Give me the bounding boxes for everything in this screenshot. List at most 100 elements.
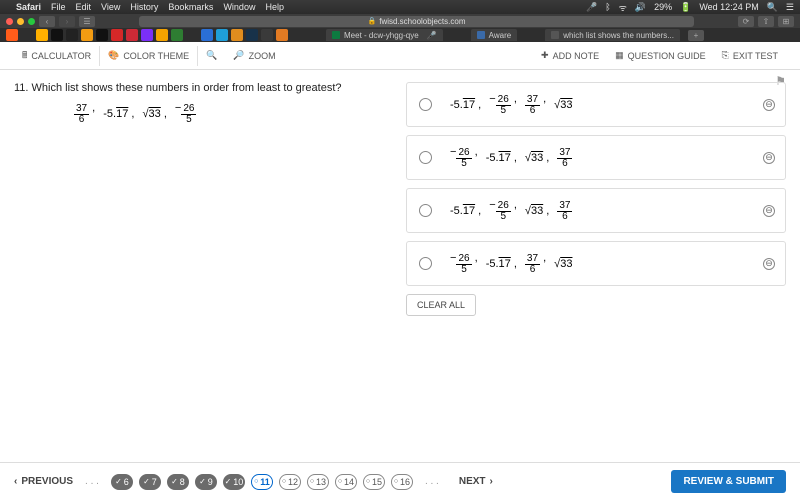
bookmark-13[interactable] xyxy=(201,29,213,41)
mic-tab-icon: 🎤 xyxy=(427,31,437,40)
bookmark-10[interactable] xyxy=(156,29,168,41)
control-center-icon[interactable]: ☰ xyxy=(786,2,794,13)
add-note-button[interactable]: ✚ADD NOTE xyxy=(533,50,607,61)
bookmark-9[interactable] xyxy=(141,29,153,41)
exit-test-button[interactable]: ⎘EXIT TEST xyxy=(714,50,786,61)
back-button[interactable]: ‹ xyxy=(39,16,55,27)
bookmark-14[interactable] xyxy=(216,29,228,41)
forward-button[interactable]: › xyxy=(59,16,75,27)
nav-ellipsis: . . . xyxy=(421,476,443,487)
tab-meet[interactable]: Meet - dcw-yhgg-qye🎤 xyxy=(326,29,443,41)
bookmark-2[interactable] xyxy=(36,29,48,41)
color-theme-button[interactable]: 🎨COLOR THEME xyxy=(100,46,198,66)
new-tab-button[interactable]: + xyxy=(688,30,704,41)
qnav-8[interactable]: 8 xyxy=(167,474,189,490)
bookmarks-bar: Meet - dcw-yhgg-qye🎤 Aware which list sh… xyxy=(0,28,800,42)
bookmark-7[interactable] xyxy=(111,29,123,41)
share-button[interactable]: ⇧ xyxy=(758,16,774,27)
bookmark-3[interactable] xyxy=(51,29,63,41)
address-bar[interactable]: fwisd.schoolobjects.com xyxy=(139,16,694,27)
qnav-13[interactable]: 13 xyxy=(307,474,329,490)
tab-aware[interactable]: Aware xyxy=(471,29,518,41)
bookmark-17[interactable] xyxy=(261,29,273,41)
radio-icon[interactable] xyxy=(419,257,432,270)
app-name[interactable]: Safari xyxy=(16,2,41,12)
clear-all-button[interactable]: CLEAR ALL xyxy=(406,294,476,316)
menu-bookmarks[interactable]: Bookmarks xyxy=(168,2,213,12)
qnav-7[interactable]: 7 xyxy=(139,474,161,490)
maximize-window-icon[interactable] xyxy=(28,18,35,25)
battery-icon[interactable]: 🔋 xyxy=(680,2,691,13)
choice-expression: −265 ,-5.17 ,33 ,376 xyxy=(450,146,572,169)
tabs-button[interactable]: ⊞ xyxy=(778,16,794,27)
browser-chrome: ‹ › ☰ fwisd.schoolobjects.com ⟳ ⇧ ⊞ xyxy=(0,14,800,28)
volume-icon[interactable]: 🔊 xyxy=(635,2,646,13)
guide-icon: ▦ xyxy=(615,50,624,61)
zoom-out-button[interactable]: 🔍 xyxy=(198,50,225,61)
choice-1[interactable]: −265 ,-5.17 ,33 ,376 ⊖ xyxy=(406,135,786,180)
menu-history[interactable]: History xyxy=(130,2,158,12)
next-button[interactable]: NEXT› xyxy=(459,476,493,487)
zoom-button[interactable]: 🔎ZOOM xyxy=(225,50,283,61)
search-icon[interactable]: 🔍 xyxy=(767,2,778,13)
bookmark-12[interactable] xyxy=(186,29,198,41)
menu-window[interactable]: Window xyxy=(223,2,255,12)
menu-help[interactable]: Help xyxy=(265,2,284,12)
minimize-window-icon[interactable] xyxy=(17,18,24,25)
clock[interactable]: Wed 12:24 PM xyxy=(699,2,758,12)
menu-file[interactable]: File xyxy=(51,2,66,12)
calculator-button[interactable]: 🖩CALCULATOR xyxy=(14,46,100,66)
zoom-out-icon: 🔍 xyxy=(206,50,217,61)
bookmark-15[interactable] xyxy=(231,29,243,41)
bluetooth-icon[interactable]: ᛒ xyxy=(605,2,610,12)
bookmark-0[interactable] xyxy=(6,29,18,41)
bookmark-11[interactable] xyxy=(171,29,183,41)
close-window-icon[interactable] xyxy=(6,18,13,25)
menu-view[interactable]: View xyxy=(101,2,120,12)
radio-icon[interactable] xyxy=(419,98,432,111)
qnav-6[interactable]: 6 xyxy=(111,474,133,490)
eliminate-icon[interactable]: ⊖ xyxy=(763,258,775,270)
plus-icon: ✚ xyxy=(541,50,549,61)
eliminate-icon[interactable]: ⊖ xyxy=(763,99,775,111)
window-controls[interactable] xyxy=(6,18,35,25)
radio-icon[interactable] xyxy=(419,204,432,217)
choice-2[interactable]: -5.17 ,−265 ,33 ,376 ⊖ xyxy=(406,188,786,233)
menu-edit[interactable]: Edit xyxy=(76,2,92,12)
tab-search[interactable]: which list shows the numbers... xyxy=(545,29,680,41)
test-toolbar: 🖩CALCULATOR 🎨COLOR THEME 🔍 🔎ZOOM ✚ADD NO… xyxy=(0,42,800,70)
mic-icon[interactable]: 🎤 xyxy=(586,2,597,13)
qnav-9[interactable]: 9 xyxy=(195,474,217,490)
chevron-left-icon: ‹ xyxy=(14,476,17,487)
review-submit-button[interactable]: REVIEW & SUBMIT xyxy=(671,470,786,493)
bottom-nav: ‹PREVIOUS . . . 678910111213141516 . . .… xyxy=(0,462,800,500)
reload-button[interactable]: ⟳ xyxy=(738,16,754,27)
question-guide-button[interactable]: ▦QUESTION GUIDE xyxy=(607,50,714,61)
qnav-14[interactable]: 14 xyxy=(335,474,357,490)
eliminate-icon[interactable]: ⊖ xyxy=(763,152,775,164)
chevron-right-icon: › xyxy=(490,476,493,487)
bookmark-4[interactable] xyxy=(66,29,78,41)
sidebar-button[interactable]: ☰ xyxy=(79,16,95,27)
eliminate-icon[interactable]: ⊖ xyxy=(763,205,775,217)
bookmark-8[interactable] xyxy=(126,29,138,41)
bookmark-6[interactable] xyxy=(96,29,108,41)
qnav-15[interactable]: 15 xyxy=(363,474,385,490)
qnav-current[interactable]: 11 xyxy=(251,474,273,490)
choice-expression: -5.17 ,−265 ,33 ,376 xyxy=(450,199,572,222)
choice-0[interactable]: -5.17 ,−265 ,376 ,33⊖ xyxy=(406,82,786,127)
bookmark-18[interactable] xyxy=(276,29,288,41)
radio-icon[interactable] xyxy=(419,151,432,164)
bookmark-16[interactable] xyxy=(246,29,258,41)
bookmark-1[interactable] xyxy=(21,29,33,41)
previous-button[interactable]: ‹PREVIOUS xyxy=(14,476,73,487)
bookmark-5[interactable] xyxy=(81,29,93,41)
choice-3[interactable]: −265 ,-5.17 ,376 ,33 ⊖ xyxy=(406,241,786,286)
question-column: 11. Which list shows these numbers in or… xyxy=(14,82,386,428)
choice-expression: −265 ,-5.17 ,376 ,33 xyxy=(450,252,572,275)
wifi-icon[interactable]: ᯤ xyxy=(619,1,627,14)
question-text: 11. Which list shows these numbers in or… xyxy=(14,82,386,94)
qnav-10[interactable]: 10 xyxy=(223,474,245,490)
qnav-16[interactable]: 16 xyxy=(391,474,413,490)
qnav-12[interactable]: 12 xyxy=(279,474,301,490)
